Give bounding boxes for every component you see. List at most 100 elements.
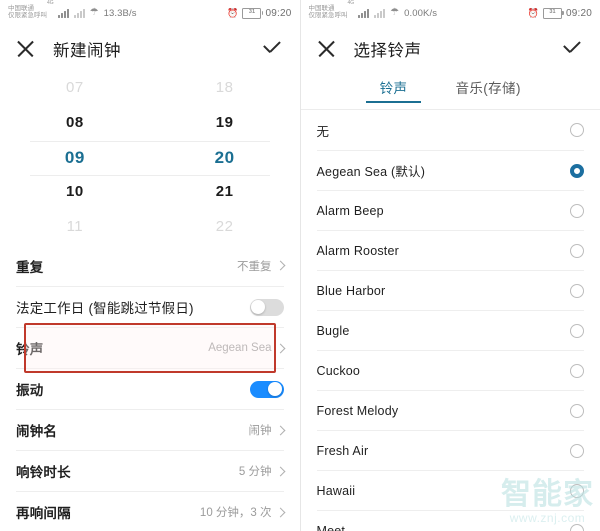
battery-level-label: 31 bbox=[549, 9, 556, 16]
setting-label: 法定工作日 (智能跳过节假日) bbox=[16, 301, 194, 316]
ringtone-name: Forest Melody bbox=[316, 403, 399, 418]
ringtone-name: Blue Harbor bbox=[316, 283, 386, 298]
status-clock-label: 09:20 bbox=[265, 7, 292, 19]
hour-wheel[interactable]: 07 08 09 10 11 bbox=[0, 71, 150, 245]
list-item[interactable]: Alarm Beep bbox=[316, 190, 584, 230]
setting-value-group: 不重复 bbox=[237, 258, 285, 274]
list-item[interactable]: Cuckoo bbox=[316, 350, 584, 390]
setting-row-alarm-name[interactable]: 闹钟名 闹钟 bbox=[16, 409, 285, 450]
setting-label: 闹钟名 bbox=[16, 424, 58, 439]
radio-button[interactable] bbox=[570, 283, 584, 298]
setting-value: 5 分钟 bbox=[238, 466, 272, 478]
battery-level-label: 31 bbox=[248, 9, 256, 16]
close-icon[interactable] bbox=[16, 39, 35, 58]
setting-value: Aegean Sea bbox=[208, 342, 272, 354]
hour-selected[interactable]: 09 bbox=[65, 141, 85, 176]
setting-value-group: 闹钟 bbox=[248, 422, 285, 438]
setting-row-repeat[interactable]: 重复 不重复 bbox=[16, 245, 285, 286]
radio-button[interactable] bbox=[570, 323, 584, 338]
minute-option[interactable]: 18 bbox=[216, 71, 234, 106]
check-icon[interactable] bbox=[564, 43, 584, 55]
battery-icon: 31 bbox=[242, 7, 264, 19]
alarm-clock-icon: ⏰ bbox=[527, 7, 539, 18]
radio-button[interactable] bbox=[570, 363, 584, 378]
app-bar-left: 新建闹钟 bbox=[0, 26, 300, 71]
tab-bar: 铃声 音乐(存储) bbox=[300, 71, 600, 109]
carrier-line-2: 仅限紧急呼叫 bbox=[8, 12, 47, 19]
hour-option[interactable]: 11 bbox=[67, 210, 84, 245]
status-bar-left: 中国联通 仅限紧急呼叫 4G ☂ 13.3B/s ⏰ 31 09:20 bbox=[0, 0, 300, 26]
list-item[interactable]: Forest Melody bbox=[316, 390, 584, 430]
setting-value-group: 10 分钟，3 次 bbox=[199, 504, 285, 520]
chevron-right-icon bbox=[275, 260, 285, 271]
data-rate-label: 13.3B/s bbox=[103, 7, 137, 19]
wifi-icon: ☂ bbox=[390, 7, 400, 18]
setting-label: 振动 bbox=[16, 383, 44, 398]
radio-button[interactable] bbox=[570, 523, 584, 531]
right-panel-select-ringtone: 中国联通 仅限紧急呼叫 4G ☂ 0.00K/s ⏰ 31 09:20 选择铃声… bbox=[299, 0, 600, 531]
list-item[interactable]: Hawaii bbox=[316, 470, 584, 510]
minute-selected[interactable]: 20 bbox=[215, 141, 235, 176]
list-item[interactable]: Bugle bbox=[316, 310, 584, 350]
tab-music-storage[interactable]: 音乐(存储) bbox=[455, 77, 520, 103]
minute-wheel[interactable]: 18 19 20 21 22 bbox=[150, 71, 300, 245]
setting-row-vibrate[interactable]: 振动 bbox=[16, 368, 284, 409]
list-item[interactable]: 无 bbox=[316, 110, 584, 150]
list-item[interactable]: Meet bbox=[316, 510, 584, 531]
page-title: 新建闹钟 bbox=[53, 41, 121, 60]
tab-ringtone[interactable]: 铃声 bbox=[365, 77, 422, 103]
ringtone-name: Alarm Rooster bbox=[316, 243, 399, 258]
status-bar-right: 中国联通 仅限紧急呼叫 4G ☂ 0.00K/s ⏰ 31 09:20 bbox=[300, 0, 600, 26]
list-item[interactable]: Blue Harbor bbox=[316, 270, 584, 310]
carrier-label: 中国联通 仅限紧急呼叫 bbox=[8, 5, 47, 20]
page-title: 选择铃声 bbox=[353, 41, 422, 60]
setting-label: 铃声 bbox=[16, 342, 44, 357]
carrier-line-2: 仅限紧急呼叫 bbox=[308, 12, 348, 19]
signal-bars-icon bbox=[358, 8, 370, 18]
ringtone-name: Hawaii bbox=[316, 483, 356, 498]
setting-row-ringtone[interactable]: 铃声 Aegean Sea bbox=[16, 323, 285, 373]
list-item[interactable]: Aegean Sea (默认) bbox=[316, 150, 584, 190]
chevron-right-icon bbox=[275, 425, 285, 435]
list-item[interactable]: Alarm Rooster bbox=[316, 230, 584, 270]
radio-button-selected[interactable] bbox=[570, 163, 584, 178]
ringtone-name: Fresh Air bbox=[316, 443, 369, 458]
hour-option[interactable]: 08 bbox=[66, 106, 84, 141]
vibrate-toggle[interactable] bbox=[249, 380, 284, 398]
list-item[interactable]: Fresh Air bbox=[316, 430, 584, 470]
setting-row-snooze-interval[interactable]: 再响间隔 10 分钟，3 次 bbox=[16, 491, 285, 531]
radio-button[interactable] bbox=[570, 483, 584, 498]
radio-button[interactable] bbox=[570, 123, 584, 137]
hour-option[interactable]: 07 bbox=[66, 71, 84, 106]
minute-option[interactable]: 21 bbox=[216, 175, 234, 210]
close-icon[interactable] bbox=[317, 39, 336, 58]
ringtone-name: Meet bbox=[316, 523, 346, 531]
check-icon[interactable] bbox=[264, 43, 284, 55]
ringtone-name: Aegean Sea (默认) bbox=[316, 165, 426, 179]
setting-row-ring-duration[interactable]: 响铃时长 5 分钟 bbox=[16, 450, 285, 491]
radio-button[interactable] bbox=[570, 243, 584, 258]
hour-option[interactable]: 10 bbox=[66, 175, 84, 210]
dual-screenshot: 中国联通 仅限紧急呼叫 4G ☂ 13.3B/s ⏰ 31 09:20 新建闹钟… bbox=[0, 0, 600, 531]
minute-option[interactable]: 22 bbox=[216, 210, 234, 245]
radio-button[interactable] bbox=[570, 443, 584, 458]
ringtone-name: 无 bbox=[316, 124, 330, 139]
picker-divider-bottom bbox=[30, 175, 270, 177]
time-picker[interactable]: 07 08 09 10 11 18 19 20 21 22 bbox=[0, 71, 300, 245]
signal-bars-sim2-icon bbox=[73, 8, 85, 18]
workday-toggle[interactable] bbox=[249, 298, 284, 316]
status-clock-label: 09:20 bbox=[565, 7, 592, 19]
app-bar-right: 选择铃声 bbox=[300, 26, 600, 71]
signal-bars-sim2-icon bbox=[374, 8, 386, 18]
setting-row-workday[interactable]: 法定工作日 (智能跳过节假日) bbox=[16, 286, 284, 327]
wifi-icon: ☂ bbox=[89, 7, 99, 18]
ringtone-name: Alarm Beep bbox=[316, 203, 384, 218]
setting-value-group: Aegean Sea bbox=[208, 342, 285, 354]
radio-button[interactable] bbox=[570, 403, 584, 418]
network-type-label: 4G bbox=[347, 0, 355, 6]
radio-button[interactable] bbox=[570, 203, 584, 218]
setting-value: 10 分钟，3 次 bbox=[199, 507, 272, 519]
minute-option[interactable]: 19 bbox=[216, 106, 234, 141]
setting-value: 闹钟 bbox=[248, 425, 272, 437]
carrier-label: 中国联通 仅限紧急呼叫 bbox=[308, 5, 348, 20]
